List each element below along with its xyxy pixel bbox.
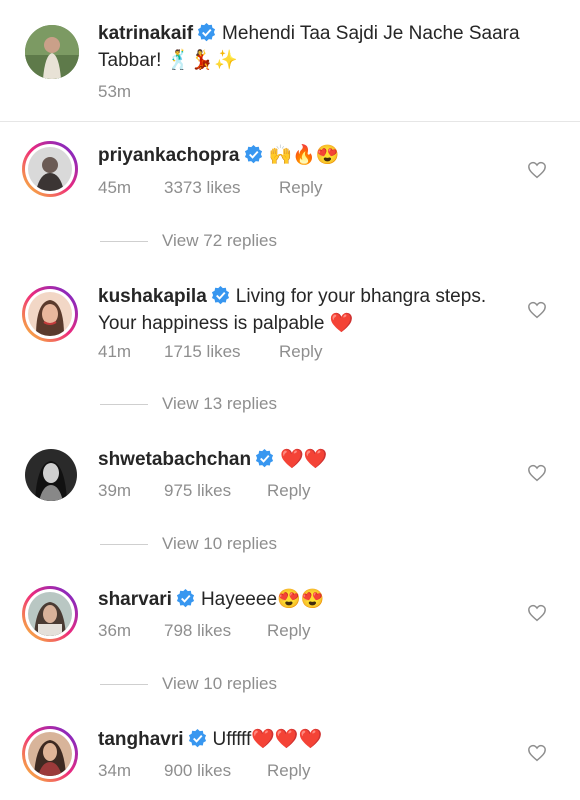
verified-badge-icon — [244, 145, 262, 164]
reply-button[interactable]: Reply — [279, 342, 322, 362]
comment-meta: 39m 975 likes Reply — [98, 481, 310, 501]
divider-line — [100, 544, 148, 546]
view-replies-label[interactable]: View 13 replies — [162, 394, 277, 413]
comment-username[interactable]: tanghavri — [98, 729, 184, 750]
comment-username[interactable]: shwetabachchan — [98, 449, 251, 470]
avatar-katrinakaif[interactable] — [25, 25, 79, 79]
comment-text: shwetabachchan ❤️❤️ — [98, 446, 518, 473]
divider-line — [100, 241, 148, 243]
comment-body: 🙌🔥😍 — [268, 145, 340, 166]
verified-badge-icon — [211, 286, 229, 305]
heart-outline-icon[interactable] — [527, 604, 547, 622]
reply-button[interactable]: Reply — [267, 621, 310, 641]
avatar-shwetabachchan[interactable] — [25, 449, 77, 501]
heart-outline-icon[interactable] — [527, 744, 547, 762]
view-replies-label[interactable]: View 10 replies — [162, 674, 277, 693]
comment-likes[interactable]: 1715 likes — [164, 342, 279, 362]
comment-body: ❤️❤️ — [280, 449, 328, 470]
comment-time: 45m — [98, 178, 132, 197]
avatar-kushakapila[interactable] — [22, 286, 78, 342]
comment-text: kushakapila Living for your bhangra steps… — [98, 283, 518, 337]
avatar-priyankachopra[interactable] — [22, 141, 78, 197]
view-replies-button[interactable]: View 72 replies — [100, 231, 277, 251]
reply-button[interactable]: Reply — [279, 178, 322, 198]
reply-button[interactable]: Reply — [267, 761, 310, 781]
comment-time: 36m — [98, 621, 132, 640]
comment-likes[interactable]: 975 likes — [164, 481, 267, 501]
post-caption: katrinakaif Mehendi Taa Sajdi Je Nache Sa… — [0, 0, 580, 122]
comment-likes[interactable]: 798 likes — [164, 621, 267, 641]
heart-outline-icon[interactable] — [527, 464, 547, 482]
caption-time: 53m — [98, 82, 132, 101]
caption-username[interactable]: katrinakaif — [98, 23, 193, 44]
comment-meta: 41m 1715 likes Reply — [98, 342, 322, 362]
comment-likes[interactable]: 3373 likes — [164, 178, 279, 198]
comment-body: Hayeeee😍😍 — [200, 589, 325, 610]
heart-outline-icon[interactable] — [527, 301, 547, 319]
comment-time: 34m — [98, 761, 132, 780]
avatar-tanghavri[interactable] — [22, 726, 78, 782]
comment-time: 41m — [98, 342, 132, 361]
comment-likes[interactable]: 900 likes — [164, 761, 267, 781]
comment-meta: 45m 3373 likes Reply — [98, 178, 322, 198]
view-replies-button[interactable]: View 10 replies — [100, 674, 277, 694]
comment-username[interactable]: priyankachopra — [98, 145, 240, 166]
verified-badge-icon — [188, 729, 206, 748]
verified-badge-icon — [256, 449, 274, 468]
verified-badge-icon — [197, 23, 216, 42]
comment-body: Ufffff❤️❤️❤️ — [212, 729, 323, 750]
view-replies-label[interactable]: View 72 replies — [162, 231, 277, 250]
comment-meta: 34m 900 likes Reply — [98, 761, 310, 781]
view-replies-button[interactable]: View 13 replies — [100, 394, 277, 414]
comment-text: priyankachopra 🙌🔥😍 — [98, 142, 518, 169]
comment-text: sharvari Hayeeee😍😍 — [98, 586, 518, 613]
caption-text: katrinakaif Mehendi Taa Sajdi Je Nache Sa… — [98, 20, 538, 74]
heart-outline-icon[interactable] — [527, 161, 547, 179]
reply-button[interactable]: Reply — [267, 481, 310, 501]
view-replies-label[interactable]: View 10 replies — [162, 534, 277, 553]
view-replies-button[interactable]: View 10 replies — [100, 534, 277, 554]
comment-time: 39m — [98, 481, 132, 500]
avatar-sharvari[interactable] — [22, 586, 78, 642]
verified-badge-icon — [176, 589, 195, 608]
comment-username[interactable]: kushakapila — [98, 286, 207, 307]
comment-meta: 36m 798 likes Reply — [98, 621, 310, 641]
comment-username[interactable]: sharvari — [98, 589, 172, 610]
divider-line — [100, 404, 148, 406]
comment-text: tanghavri Ufffff❤️❤️❤️ — [98, 726, 518, 753]
divider-line — [100, 684, 148, 686]
